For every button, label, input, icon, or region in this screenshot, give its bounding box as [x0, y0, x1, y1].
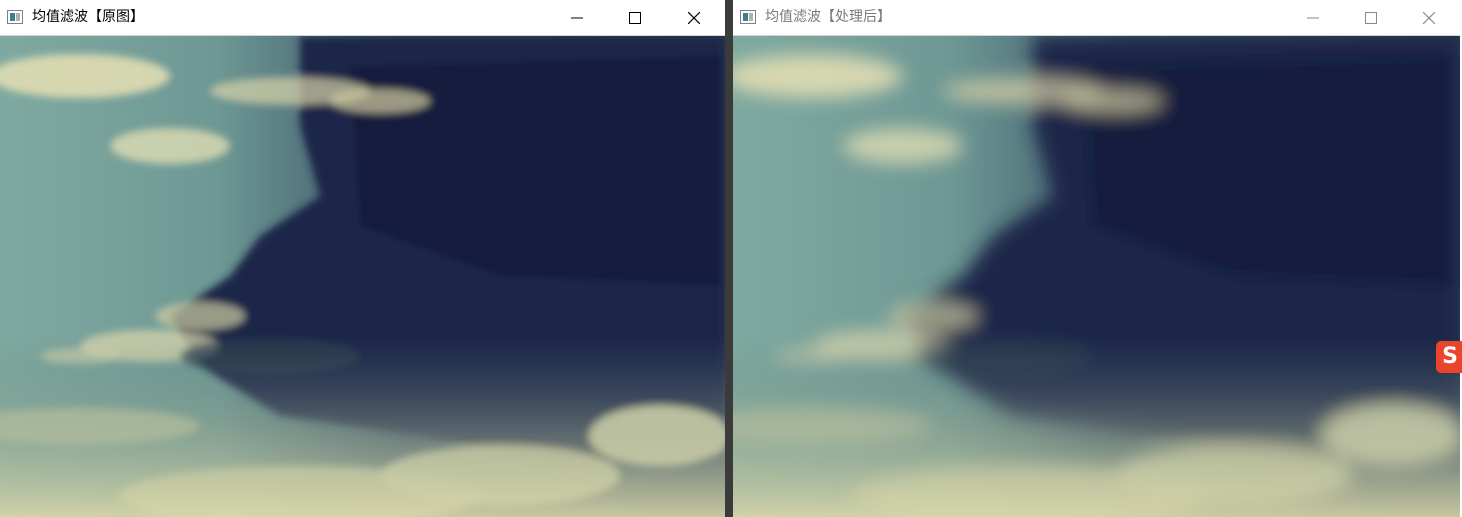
app-icon	[7, 10, 23, 24]
ime-badge[interactable]: S	[1436, 341, 1462, 373]
window-processed[interactable]: 均值滤波【处理后】	[733, 0, 1460, 517]
minimize-button[interactable]	[1284, 0, 1342, 35]
maximize-icon	[1365, 11, 1377, 24]
title-bar[interactable]: 均值滤波【原图】	[0, 0, 725, 36]
close-icon	[1423, 11, 1435, 24]
app-icon	[740, 10, 756, 24]
sky-image	[0, 36, 725, 517]
minimize-icon	[1307, 17, 1319, 18]
window-title: 均值滤波【原图】	[32, 9, 144, 25]
close-button[interactable]	[665, 0, 723, 35]
close-icon	[688, 11, 700, 24]
image-original	[0, 36, 725, 517]
minimize-button[interactable]	[548, 0, 606, 35]
window-original[interactable]: 均值滤波【原图】	[0, 0, 725, 517]
window-title: 均值滤波【处理后】	[765, 9, 891, 25]
image-processed	[733, 36, 1460, 517]
maximize-button[interactable]	[1342, 0, 1400, 35]
title-bar[interactable]: 均值滤波【处理后】	[733, 0, 1460, 36]
maximize-button[interactable]	[606, 0, 664, 35]
maximize-icon	[629, 11, 641, 24]
close-button[interactable]	[1400, 0, 1458, 35]
minimize-icon	[571, 17, 583, 18]
sky-image-blurred	[733, 36, 1460, 517]
